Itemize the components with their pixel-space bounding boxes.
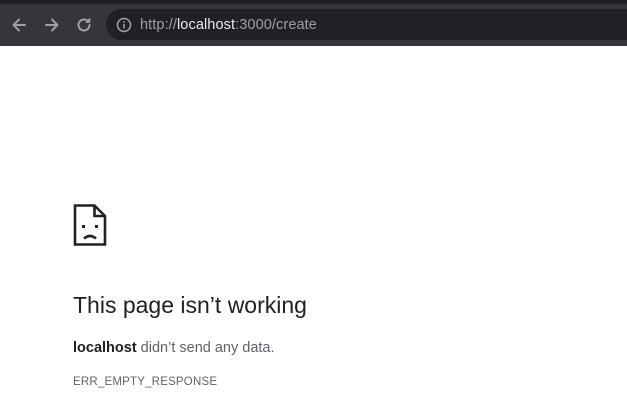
reload-icon — [77, 18, 91, 32]
forward-button[interactable] — [40, 13, 64, 37]
url-host: localhost — [176, 16, 236, 33]
browser-toolbar: http://localhost:3000/create — [0, 0, 627, 46]
reload-button[interactable] — [72, 13, 96, 37]
info-circle-icon[interactable] — [116, 17, 132, 33]
url-scheme: http:// — [140, 16, 177, 33]
url-path: :3000/create — [235, 16, 317, 33]
error-code: ERR_EMPTY_RESPONSE — [73, 376, 218, 388]
error-description: localhost didn’t send any data. — [73, 340, 275, 356]
arrow-left-icon — [12, 18, 26, 32]
back-button[interactable] — [7, 13, 31, 37]
url-text[interactable]: http://localhost:3000/create — [140, 17, 317, 33]
error-title: This page isn’t working — [73, 292, 307, 318]
sad-document-icon — [73, 204, 107, 246]
arrow-right-icon — [45, 18, 59, 32]
error-message: didn’t send any data. — [136, 340, 275, 356]
address-bar[interactable]: http://localhost:3000/create — [106, 9, 627, 40]
error-host: localhost — [73, 340, 137, 356]
error-page: This page isn’t working localhost didn’t… — [73, 46, 627, 402]
